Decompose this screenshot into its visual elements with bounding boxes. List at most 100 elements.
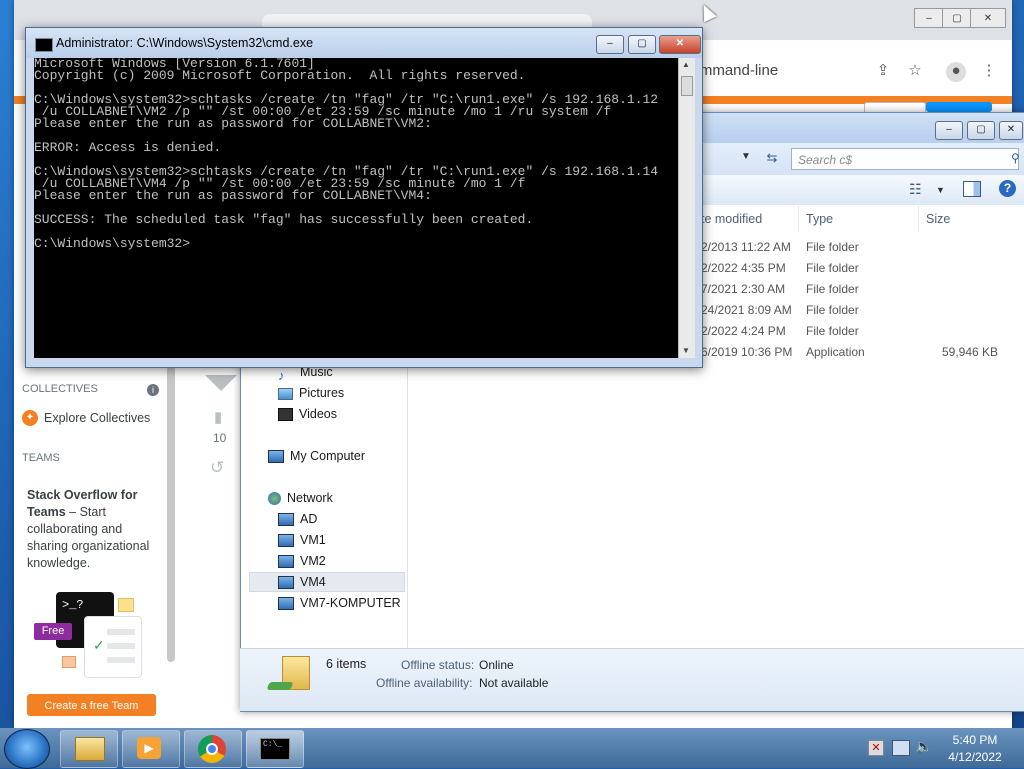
profile-avatar-icon[interactable]: ● bbox=[946, 62, 966, 82]
network-share-icon bbox=[266, 682, 294, 690]
file-row-type[interactable]: File folder bbox=[806, 258, 859, 279]
so-signup-button[interactable] bbox=[926, 102, 992, 112]
file-row-size[interactable]: 59,946 KB bbox=[942, 342, 998, 363]
nav-item-videos[interactable]: Videos bbox=[278, 404, 337, 424]
chrome-address-bar[interactable]: command-line bbox=[684, 56, 904, 86]
nav-label: AD bbox=[300, 512, 318, 526]
downvote-icon[interactable] bbox=[205, 375, 237, 391]
chrome-icon bbox=[198, 735, 226, 763]
chrome-maximize-button[interactable]: ▢ bbox=[942, 8, 972, 28]
volume-icon[interactable]: 🔈 bbox=[915, 738, 932, 755]
share-icon[interactable]: ⇪ bbox=[874, 62, 892, 80]
computer-icon bbox=[278, 513, 294, 527]
file-row-date[interactable]: 2/2013 11:22 AM bbox=[701, 237, 791, 258]
column-type[interactable]: Type bbox=[806, 206, 833, 232]
explore-collectives-link[interactable]: Explore Collectives bbox=[44, 411, 150, 425]
chrome-minimize-button[interactable]: – bbox=[914, 8, 944, 28]
create-free-team-button[interactable]: Create a free Team bbox=[27, 694, 156, 716]
cmd-console-output[interactable]: Microsoft Windows [Version 6.1.7601] Cop… bbox=[34, 58, 678, 358]
console-line: ERROR: Access is denied. bbox=[34, 140, 222, 155]
scroll-down-icon[interactable]: ▼ bbox=[682, 346, 690, 355]
bookmark-icon[interactable]: ▮ bbox=[214, 408, 226, 426]
preview-pane-icon[interactable] bbox=[963, 181, 981, 197]
file-row-type[interactable]: File folder bbox=[806, 300, 859, 321]
explorer-search-input[interactable]: Search c$ bbox=[791, 148, 1019, 170]
bookmark-count: 10 bbox=[213, 431, 227, 445]
nav-item-host-vm4[interactable]: VM4 bbox=[278, 572, 326, 592]
network-tray-icon[interactable] bbox=[892, 740, 910, 756]
nav-label: VM2 bbox=[300, 554, 326, 568]
clock-date: 4/12/2022 bbox=[948, 750, 1002, 764]
pictures-icon bbox=[278, 387, 293, 400]
column-date-modified[interactable]: te modified bbox=[701, 206, 762, 232]
chrome-menu-icon[interactable]: ⋮ bbox=[980, 62, 998, 80]
taskbar-clock[interactable]: 5:40 PM 4/12/2022 bbox=[935, 732, 1015, 766]
explorer-maximize-button[interactable]: ▢ bbox=[967, 121, 995, 140]
so-sidebar-scrollbar[interactable] bbox=[167, 366, 175, 662]
taskbar-chrome-button[interactable] bbox=[184, 730, 242, 768]
scroll-up-icon[interactable]: ▲ bbox=[682, 60, 690, 69]
taskbar-media-player-button[interactable]: ▶ bbox=[122, 730, 180, 768]
start-button[interactable] bbox=[4, 729, 50, 769]
nav-item-my-computer[interactable]: My Computer bbox=[268, 446, 365, 466]
file-row-date[interactable]: 6/2019 10:36 PM bbox=[701, 342, 792, 363]
computer-icon bbox=[278, 555, 294, 569]
cmd-window-title: Administrator: C:\Windows\System32\cmd.e… bbox=[56, 36, 314, 50]
view-options-icon[interactable]: ☷ bbox=[909, 181, 922, 198]
file-row-date[interactable]: 2/2022 4:24 PM bbox=[701, 321, 786, 342]
free-badge: Free bbox=[34, 623, 72, 640]
teams-label: TEAMS bbox=[22, 452, 60, 464]
address-dropdown-icon[interactable]: ▼ bbox=[741, 151, 751, 162]
cmd-close-button[interactable]: ✕ bbox=[659, 35, 701, 54]
computer-icon bbox=[278, 534, 294, 548]
nav-item-pictures[interactable]: Pictures bbox=[278, 383, 344, 403]
nav-item-host-vm2[interactable]: VM2 bbox=[278, 551, 326, 571]
nav-label: My Computer bbox=[290, 449, 366, 463]
chat-bubble-icon bbox=[118, 598, 134, 612]
nav-label: VM7-KOMPUTER bbox=[300, 596, 401, 610]
file-row-type[interactable]: Application bbox=[806, 342, 865, 363]
collectives-star-icon: ✦ bbox=[22, 410, 38, 426]
cmd-window: Administrator: C:\Windows\System32\cmd.e… bbox=[25, 27, 703, 368]
file-row-date[interactable]: 24/2021 8:09 AM bbox=[701, 300, 792, 321]
nav-item-host-ad[interactable]: AD bbox=[278, 509, 317, 529]
history-icon[interactable]: ↺ bbox=[210, 458, 224, 478]
computer-icon bbox=[268, 450, 284, 464]
info-icon[interactable]: i bbox=[147, 384, 159, 396]
file-row-date[interactable]: 7/2021 2:30 AM bbox=[701, 279, 785, 300]
action-center-icon[interactable]: ✕ bbox=[868, 740, 884, 756]
explorer-close-button[interactable]: ✕ bbox=[999, 121, 1023, 140]
nav-label: Pictures bbox=[299, 386, 345, 400]
file-row-type[interactable]: File folder bbox=[806, 279, 859, 300]
file-row-type[interactable]: File folder bbox=[806, 321, 859, 342]
console-line: Copyright (c) 2009 Microsoft Corporation… bbox=[34, 68, 526, 83]
nav-label: VM1 bbox=[300, 533, 326, 547]
nav-item-host-vm7-komputer[interactable]: VM7-KOMPUTER bbox=[278, 593, 401, 613]
cmd-minimize-button[interactable]: – bbox=[596, 35, 624, 54]
column-size[interactable]: Size bbox=[926, 206, 950, 232]
refresh-icon[interactable]: ⇆ bbox=[761, 148, 783, 168]
scroll-thumb[interactable] bbox=[681, 76, 693, 96]
bookmark-star-icon[interactable]: ☆ bbox=[906, 62, 924, 80]
cmd-scrollbar[interactable]: ▲ ▼ bbox=[678, 58, 695, 358]
folder-icon bbox=[75, 737, 105, 761]
nav-item-network[interactable]: Network bbox=[268, 488, 333, 508]
explorer-minimize-button[interactable]: – bbox=[935, 121, 963, 140]
nav-item-host-vm1[interactable]: VM1 bbox=[278, 530, 326, 550]
column-divider bbox=[798, 206, 799, 232]
file-row-type[interactable]: File folder bbox=[806, 237, 859, 258]
view-dropdown-icon[interactable]: ▼ bbox=[936, 185, 945, 195]
file-row-date[interactable]: 2/2022 4:35 PM bbox=[701, 258, 786, 279]
nav-label: VM4 bbox=[300, 575, 326, 589]
help-icon[interactable]: ? bbox=[999, 180, 1016, 197]
nav-selection-highlight bbox=[249, 572, 405, 592]
so-question-column bbox=[178, 366, 240, 728]
column-divider bbox=[918, 206, 919, 232]
cmd-maximize-button[interactable]: ▢ bbox=[628, 35, 656, 54]
console-line: Please enter the run as password for COL… bbox=[34, 116, 432, 131]
taskbar-explorer-button[interactable] bbox=[60, 730, 118, 768]
cmd-icon: C:\_ bbox=[260, 738, 290, 760]
chrome-close-button[interactable]: ✕ bbox=[970, 8, 1006, 28]
search-icon[interactable]: ⚲ bbox=[1011, 151, 1020, 165]
taskbar-cmd-button[interactable]: C:\_ bbox=[246, 730, 304, 768]
